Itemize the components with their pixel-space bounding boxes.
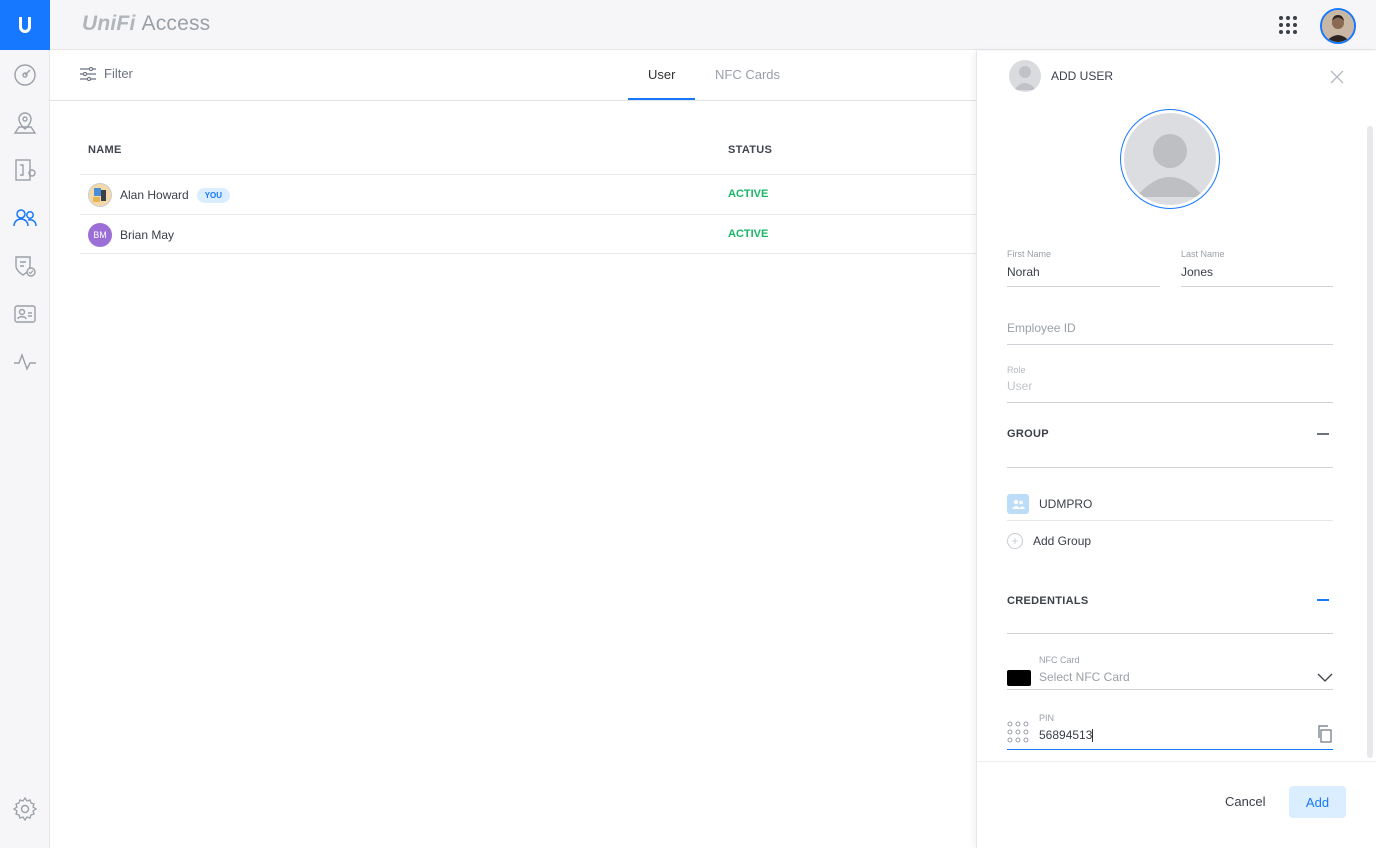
panel-title: ADD USER	[1051, 69, 1114, 83]
settings-icon[interactable]	[11, 795, 39, 823]
activity-icon[interactable]	[11, 348, 39, 376]
group-item[interactable]: UDMPRO	[1007, 494, 1092, 514]
group-icon	[1007, 494, 1029, 514]
users-icon[interactable]	[11, 204, 39, 232]
divider	[1007, 467, 1333, 468]
role-value: User	[1007, 379, 1033, 393]
employee-id-field[interactable]: Employee ID	[1007, 321, 1333, 345]
left-sidebar	[0, 0, 50, 848]
pin-field[interactable]: PIN 56894513	[1007, 713, 1333, 750]
pin-input[interactable]: 56894513	[1007, 728, 1333, 743]
copy-icon[interactable]	[1317, 725, 1333, 743]
column-header-status[interactable]: STATUS	[728, 144, 772, 156]
add-user-panel: ADD USER First Name Norah Last Name Jone…	[976, 51, 1376, 848]
table-row[interactable]: Alan Howard YOU ACTIVE	[80, 174, 976, 214]
tab-user[interactable]: User	[648, 67, 675, 82]
add-group-label: Add Group	[1033, 534, 1092, 548]
panel-header: ADD USER	[977, 51, 1376, 101]
content-toolbar: Filter User NFC Cards	[50, 51, 976, 101]
credentials-section-title[interactable]: CREDENTIALS	[1007, 595, 1089, 607]
brand-name: Access	[141, 12, 211, 35]
cancel-button[interactable]: Cancel	[1225, 794, 1265, 809]
unifi-logo-icon	[19, 17, 31, 33]
name-cell: Alan Howard YOU	[88, 183, 231, 207]
add-group-button[interactable]: + Add Group	[1007, 533, 1091, 549]
role-field: Role User	[1007, 365, 1333, 403]
first-name-field[interactable]: First Name Norah	[1007, 249, 1160, 287]
pin-value: 56894513	[1039, 728, 1093, 742]
column-header-name[interactable]: NAME	[88, 144, 122, 156]
tab-nfc-cards[interactable]: NFC Cards	[715, 67, 780, 82]
access-policy-icon[interactable]	[11, 252, 39, 280]
person-placeholder-icon	[1136, 134, 1204, 197]
map-icon[interactable]	[11, 109, 39, 137]
app-brand[interactable]: UniFi Access	[82, 12, 210, 36]
user-photo-icon	[1322, 10, 1354, 42]
user-name: Alan Howard	[120, 188, 189, 202]
you-badge: YOU	[196, 187, 231, 203]
nfc-card-select[interactable]: NFC Card Select NFC Card	[1007, 655, 1333, 690]
panel-scrollbar[interactable]	[1367, 126, 1373, 758]
name-cell: BM Brian May	[88, 223, 174, 247]
filter-icon	[80, 66, 96, 81]
dashboard-icon[interactable]	[11, 61, 39, 89]
status-badge: ACTIVE	[728, 228, 769, 240]
status-badge: ACTIVE	[728, 188, 769, 200]
panel-avatar	[1009, 60, 1041, 92]
profile-photo-upload[interactable]	[1120, 109, 1220, 209]
collapse-group-icon[interactable]	[1317, 433, 1329, 435]
first-name-input[interactable]: Norah	[1007, 265, 1160, 283]
group-name: UDMPRO	[1039, 497, 1093, 511]
plus-circle-icon: +	[1007, 533, 1023, 549]
table-row[interactable]: BM Brian May ACTIVE	[80, 214, 976, 254]
pin-label: PIN	[1039, 713, 1055, 723]
employee-id-placeholder: Employee ID	[1007, 321, 1076, 335]
filter-label: Filter	[104, 66, 133, 81]
avatar	[88, 183, 112, 207]
nfc-card-placeholder: Select NFC Card	[1039, 670, 1130, 684]
last-name-label: Last Name	[1181, 249, 1225, 259]
app-grid-icon[interactable]	[1278, 15, 1298, 35]
unifi-logo[interactable]	[0, 0, 50, 50]
brand-prefix: UniFi	[82, 12, 136, 35]
nfc-card-label: NFC Card	[1039, 655, 1080, 665]
avatar-photo-icon	[89, 184, 111, 206]
top-header: UniFi Access	[50, 0, 1376, 50]
doors-icon[interactable]	[11, 156, 39, 184]
user-name: Brian May	[120, 228, 175, 242]
collapse-credentials-icon[interactable]	[1317, 599, 1329, 601]
chevron-down-icon[interactable]	[1317, 673, 1333, 683]
role-label: Role	[1007, 365, 1026, 375]
group-section-title[interactable]: GROUP	[1007, 428, 1049, 440]
divider	[1007, 520, 1333, 521]
active-tab-indicator	[628, 98, 695, 100]
text-cursor	[1092, 729, 1094, 743]
avatar: BM	[88, 223, 112, 247]
divider	[1007, 633, 1333, 634]
add-button[interactable]: Add	[1289, 786, 1346, 818]
panel-footer: Cancel Add	[977, 761, 1376, 848]
filter-button[interactable]: Filter	[80, 66, 133, 81]
last-name-field[interactable]: Last Name Jones	[1181, 249, 1333, 287]
user-avatar[interactable]	[1320, 8, 1356, 44]
last-name-input[interactable]: Jones	[1181, 265, 1333, 283]
visitor-icon[interactable]	[11, 300, 39, 328]
close-icon[interactable]	[1329, 69, 1345, 85]
person-placeholder-icon	[1014, 66, 1036, 90]
first-name-label: First Name	[1007, 249, 1052, 259]
